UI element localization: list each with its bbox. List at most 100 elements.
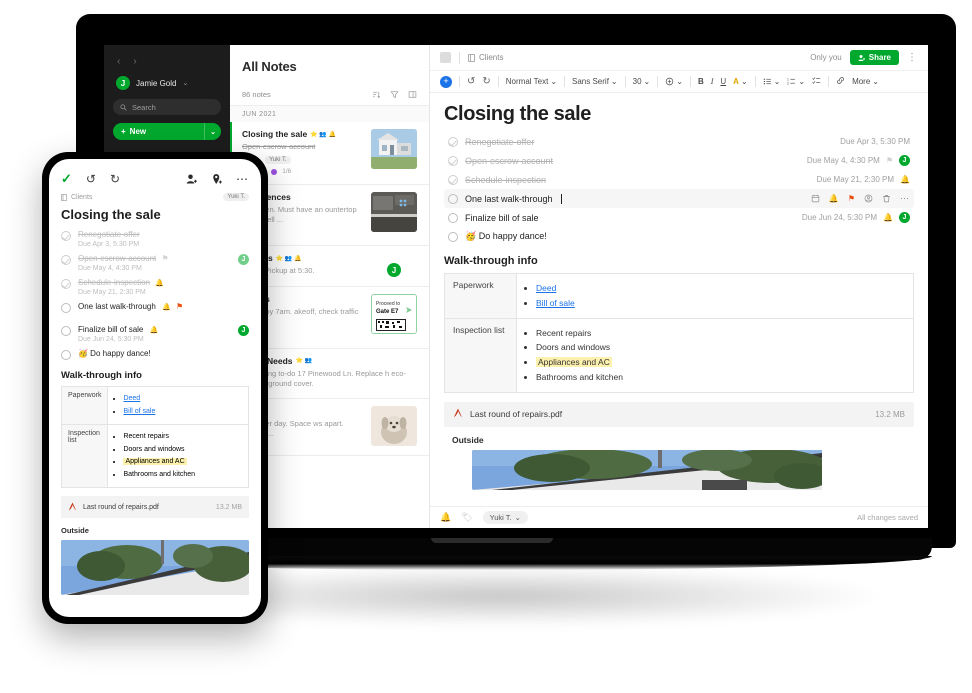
house-thumb-image [371,129,417,169]
new-button[interactable]: + New ⌄ [113,123,221,140]
numbered-list-button[interactable]: 12 ⌄ [787,77,805,86]
attachment-size: 13.2 MB [215,503,242,511]
checkbox[interactable] [448,155,458,166]
chevron-down-icon: ⌄ [182,80,189,87]
task-label: One last walk-through [465,193,553,204]
search-input[interactable]: Search [113,99,221,115]
phone-device: ✓ ↺ ↻ ⋯ Clients Yuki T. Closing the sale… [42,152,268,624]
more-icon[interactable]: ⋯ [900,193,910,204]
task-row[interactable]: Schedule-inspection Due May 21, 2:30 PM … [444,170,914,189]
filter-icon[interactable] [390,90,399,99]
paragraph-style-select[interactable]: Normal Text ⌄ [506,77,557,86]
checkbox[interactable] [61,279,71,289]
table-row: Paperwork Deed Bill of sale [444,273,914,319]
phone-screen: ✓ ↺ ↻ ⋯ Clients Yuki T. Closing the sale… [49,159,261,617]
checklist-button[interactable] [812,76,821,87]
table-row: Inspection list Recent repairs Doors and… [444,317,914,393]
bell-icon[interactable]: 🔔 [829,194,839,203]
attachment-row[interactable]: Last round of repairs.pdf 13.2 MB [444,401,914,427]
link-button[interactable] [836,76,845,87]
task-row-active[interactable]: One last walk-through 🔔 ⚑ ⋯ [444,189,914,208]
house-exterior-photo [61,540,249,595]
more-options-icon[interactable]: ⋮ [907,52,918,63]
link-deed[interactable]: Deed [536,283,556,293]
chevron-down-icon[interactable]: ⌄ [204,123,221,140]
walkthrough-info-table: Paperwork Deed Bill of sale Inspection l… [444,273,914,393]
undo-button[interactable]: ↺ [86,172,96,186]
flag-icon[interactable]: ⚑ [848,194,855,203]
checkbox[interactable] [61,231,71,241]
assign-icon[interactable] [864,194,873,203]
share-button[interactable]: Share [849,50,899,65]
task-row[interactable]: One last walk-through 🔔 ⚑ [49,298,261,321]
list-item: Deed [123,394,242,405]
checkbox[interactable] [61,326,71,336]
tag-add-icon[interactable] [211,173,223,185]
checkbox[interactable] [448,174,458,185]
phone-breadcrumb-label: Clients [71,193,93,201]
checkbox[interactable] [448,136,458,147]
bold-button[interactable]: B [698,77,704,86]
redo-button[interactable]: ↻ [110,172,120,186]
task-row[interactable]: Open-escrow-account ⚑ Due May 4, 4:30 PM… [49,250,261,274]
sidebar-toggle-icon[interactable] [440,52,451,63]
plus-icon: + [121,127,126,136]
page-title: Closing the sale [444,103,591,125]
view-icon[interactable] [408,90,417,99]
person-add-icon[interactable] [186,173,198,185]
link-deed[interactable]: Deed [123,395,140,402]
font-family-select[interactable]: Sans Serif ⌄ [572,77,618,86]
calendar-icon[interactable] [811,194,820,203]
task-row[interactable]: 🥳 Do happy dance! [49,345,261,362]
note-thumbnail [371,129,417,169]
task-row[interactable]: Finalize bill of sale Due Jun 24, 5:30 P… [444,208,914,227]
font-size-select[interactable]: 30 ⌄ [633,77,651,86]
bulleted-list-button[interactable]: ⌄ [763,77,780,86]
italic-button[interactable]: I [711,77,714,86]
only-you-label: Only you [810,53,842,62]
editor-user-chip[interactable]: Yuki T. ⌄ [482,511,528,524]
checkbox[interactable] [448,212,458,223]
document-body[interactable]: Closing the sale Renegotiate-offer Due A… [430,93,928,506]
notebook-icon [468,53,475,62]
checkbox[interactable] [448,193,458,204]
note-title-row: Closing the sale ⭐ 👥 🔔 [242,129,365,139]
checkbox[interactable] [61,303,71,313]
phone-attachment-row[interactable]: Last round of repairs.pdf 13.2 MB [61,496,249,518]
sort-icon[interactable] [372,90,381,99]
more-button[interactable]: More ⌄ [852,77,879,86]
more-icon[interactable]: ⋯ [236,172,249,186]
checkbox[interactable] [61,255,71,265]
tag-add-icon[interactable]: 🏷 [461,512,472,523]
highlighted-text: Appliances and AC [536,357,612,367]
note-emoji-tags: ⭐ 👥 🔔 [275,255,302,262]
undo-button[interactable]: ↺ [467,76,475,87]
note-thumbnail: Proceed to Gate E7 [371,294,417,335]
text-color-button[interactable]: A ⌄ [733,77,747,86]
underline-button[interactable]: U [720,77,726,86]
task-row[interactable]: Schedule-inspection 🔔 Due May 21, 2:30 P… [49,274,261,298]
task-row[interactable]: Open-escrow-account Due May 4, 4:30 PM ⚑… [444,151,914,170]
breadcrumb[interactable]: Clients [468,53,503,62]
nav-back-icon[interactable]: ‹ [117,56,120,67]
nav-forward-icon[interactable]: › [133,56,136,67]
trash-icon[interactable] [882,194,891,203]
user-profile[interactable]: J Jamie Gold ⌄ [113,75,221,99]
redo-button[interactable]: ↻ [482,76,490,87]
text-style-button[interactable]: ⌄ [665,77,683,86]
task-label: Renegotiate-offer [78,230,140,239]
checkbox[interactable] [61,350,71,360]
reminder-icon[interactable]: 🔔 [440,512,451,523]
link-bill-of-sale[interactable]: Bill of sale [123,408,155,415]
phone-breadcrumb[interactable]: Clients Yuki T. [49,193,261,201]
checkbox[interactable] [448,231,458,242]
font-size-label: 30 [632,77,642,86]
task-row[interactable]: 🥳 Do happy dance! [444,227,914,246]
task-row[interactable]: Renegotiate-offer Due Apr 3, 5:30 PM [49,226,261,250]
insert-button[interactable]: + [440,75,452,88]
task-row[interactable]: Renegotiate-offer Due Apr 3, 5:30 PM [444,132,914,151]
done-button[interactable]: ✓ [61,171,72,187]
link-bill-of-sale[interactable]: Bill of sale [536,298,575,308]
task-row[interactable]: Finalize bill of sale 🔔 Due Jun 24, 5:30… [49,321,261,345]
phone-user-chip[interactable]: Yuki T. [223,193,249,201]
